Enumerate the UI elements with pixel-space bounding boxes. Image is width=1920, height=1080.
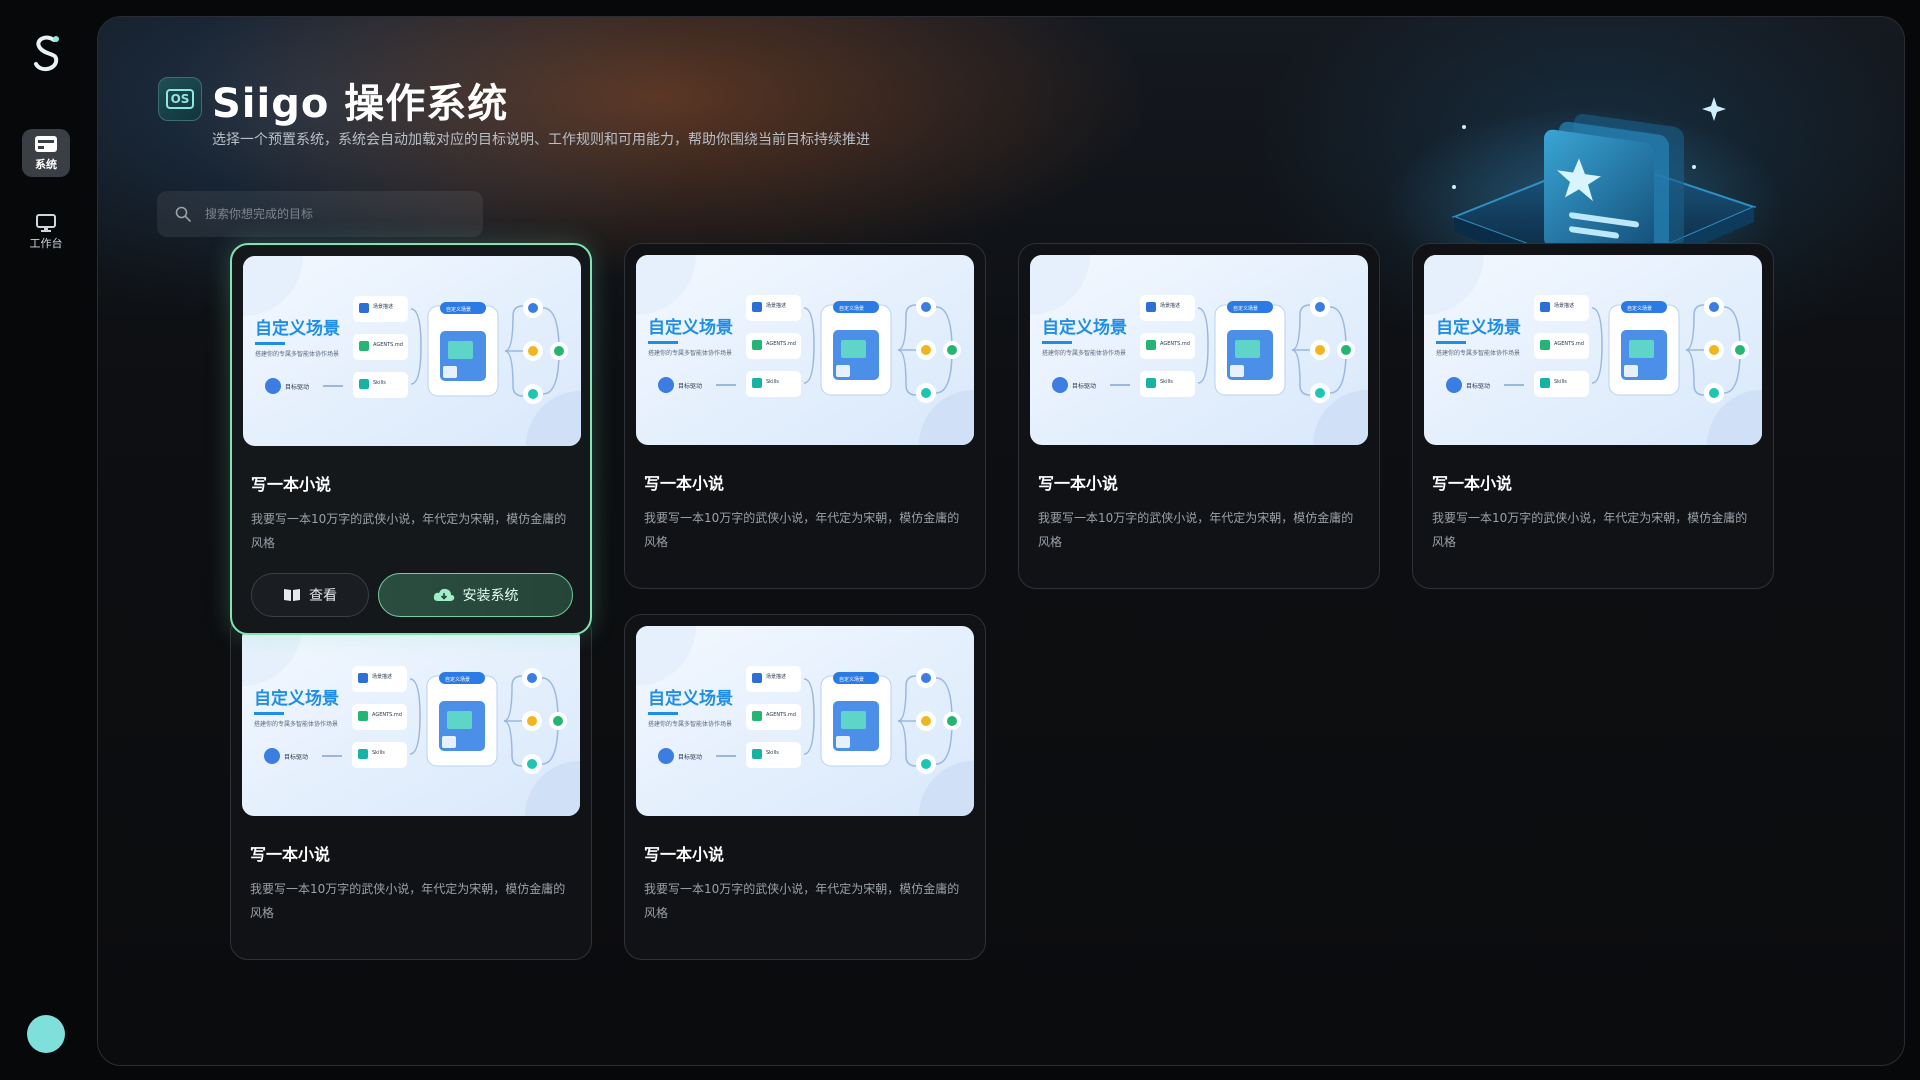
card-thumbnail: 自定义场景 搭建你的专属多智能体协作场景 目标驱动 场景描述 AGENTS.md… bbox=[243, 256, 581, 446]
svg-text:自定义场景: 自定义场景 bbox=[1627, 305, 1652, 312]
card-title: 写一本小说 bbox=[644, 474, 725, 493]
cloud-download-icon bbox=[433, 588, 454, 601]
card-description: 我要写一本10万字的武侠小说，年代定为宋朝，模仿金庸的风格 bbox=[644, 511, 960, 549]
main-panel: OS Siigo 操作系统 选择一个预置系统，系统会自动加载对应的目标说明、工作… bbox=[97, 16, 1905, 1066]
svg-text:目标驱动: 目标驱动 bbox=[1466, 382, 1490, 390]
search-icon bbox=[175, 206, 191, 222]
install-button-label: 安装系统 bbox=[462, 588, 519, 604]
sidebar-item-system[interactable]: 系统 bbox=[22, 129, 70, 177]
system-card[interactable]: 自定义场景 搭建你的专属多智能体协作场景 目标驱动 场景描述 AGENTS.md… bbox=[624, 243, 986, 589]
svg-text:自定义场景: 自定义场景 bbox=[648, 688, 733, 709]
system-card[interactable]: 自定义场景 搭建你的专属多智能体协作场景 目标驱动 场景描述 AGENTS.md… bbox=[230, 614, 592, 960]
card-description: 我要写一本10万字的武侠小说，年代定为宋朝，模仿金庸的风格 bbox=[250, 882, 566, 920]
svg-text:自定义场景: 自定义场景 bbox=[1233, 305, 1258, 312]
card-thumbnail: 自定义场景 搭建你的专属多智能体协作场景 目标驱动 场景描述 AGENTS.md… bbox=[636, 255, 974, 445]
card-thumbnail: 自定义场景 搭建你的专属多智能体协作场景 目标驱动 场景描述 AGENTS.md… bbox=[1424, 255, 1762, 445]
svg-text:自定义场景: 自定义场景 bbox=[445, 676, 470, 683]
svg-text:自定义场景: 自定义场景 bbox=[648, 317, 733, 338]
system-card[interactable]: 自定义场景 搭建你的专属多智能体协作场景 目标驱动 场景描述 AGENTS.md… bbox=[1412, 243, 1774, 589]
svg-text:搭建你的专属多智能体协作场景: 搭建你的专属多智能体协作场景 bbox=[648, 720, 732, 728]
svg-text:目标驱动: 目标驱动 bbox=[1072, 382, 1096, 390]
svg-text:目标驱动: 目标驱动 bbox=[285, 383, 309, 391]
svg-text:AGENTS.md: AGENTS.md bbox=[1554, 341, 1584, 347]
svg-text:场景描述: 场景描述 bbox=[766, 673, 786, 680]
svg-text:搭建你的专属多智能体协作场景: 搭建你的专属多智能体协作场景 bbox=[255, 350, 339, 358]
card-title: 写一本小说 bbox=[251, 475, 332, 494]
sidebar-item-label: 工作台 bbox=[29, 236, 63, 250]
card-description: 我要写一本10万字的武侠小说，年代定为宋朝，模仿金庸的风格 bbox=[1432, 511, 1748, 549]
svg-text:搭建你的专属多智能体协作场景: 搭建你的专属多智能体协作场景 bbox=[1436, 349, 1520, 357]
sidebar-item-workbench[interactable]: 工作台 bbox=[22, 208, 70, 256]
page-title: Siigo 操作系统 bbox=[212, 81, 509, 127]
svg-text:搭建你的专属多智能体协作场景: 搭建你的专属多智能体协作场景 bbox=[254, 720, 338, 728]
avatar[interactable] bbox=[27, 1015, 65, 1053]
svg-text:AGENTS.md: AGENTS.md bbox=[372, 712, 402, 718]
system-card[interactable]: 自定义场景 搭建你的专属多智能体协作场景 目标驱动 场景描述 AGENTS.md… bbox=[230, 243, 592, 635]
search-input[interactable] bbox=[203, 206, 467, 222]
svg-text:场景描述: 场景描述 bbox=[766, 302, 786, 309]
svg-text:自定义场景: 自定义场景 bbox=[1042, 317, 1127, 338]
svg-text:目标驱动: 目标驱动 bbox=[678, 382, 702, 390]
card-thumbnail: 自定义场景 搭建你的专属多智能体协作场景 目标驱动 场景描述 AGENTS.md… bbox=[242, 626, 580, 816]
card-title: 写一本小说 bbox=[644, 845, 725, 864]
svg-text:自定义场景: 自定义场景 bbox=[839, 676, 864, 683]
card-thumbnail: 自定义场景 搭建你的专属多智能体协作场景 目标驱动 场景描述 AGENTS.md… bbox=[636, 626, 974, 816]
system-card[interactable]: 自定义场景 搭建你的专属多智能体协作场景 目标驱动 场景描述 AGENTS.md… bbox=[1018, 243, 1380, 589]
svg-text:搭建你的专属多智能体协作场景: 搭建你的专属多智能体协作场景 bbox=[648, 349, 732, 357]
card-description: 我要写一本10万字的武侠小说，年代定为宋朝，模仿金庸的风格 bbox=[1038, 511, 1354, 549]
system-icon bbox=[35, 135, 57, 152]
os-badge-icon: OS bbox=[158, 77, 202, 121]
svg-text:场景描述: 场景描述 bbox=[1554, 302, 1574, 309]
svg-text:场景描述: 场景描述 bbox=[372, 673, 392, 680]
svg-text:场景描述: 场景描述 bbox=[373, 303, 393, 310]
sidebar: 系统 工作台 bbox=[0, 0, 92, 1080]
card-description: 我要写一本10万字的武侠小说，年代定为宋朝，模仿金庸的风格 bbox=[644, 882, 960, 920]
sidebar-item-label: 系统 bbox=[35, 157, 57, 171]
svg-text:自定义场景: 自定义场景 bbox=[254, 688, 339, 709]
svg-text:Skills: Skills bbox=[766, 379, 779, 385]
search-box[interactable] bbox=[157, 191, 483, 237]
svg-text:场景描述: 场景描述 bbox=[1160, 302, 1180, 309]
card-title: 写一本小说 bbox=[250, 845, 331, 864]
siigo-logo-icon[interactable] bbox=[24, 30, 70, 76]
svg-text:AGENTS.md: AGENTS.md bbox=[766, 341, 796, 347]
svg-text:AGENTS.md: AGENTS.md bbox=[373, 342, 403, 348]
card-thumbnail: 自定义场景 搭建你的专属多智能体协作场景 目标驱动 场景描述 AGENTS.md… bbox=[1030, 255, 1368, 445]
svg-text:AGENTS.md: AGENTS.md bbox=[1160, 341, 1190, 347]
card-description: 我要写一本10万字的武侠小说，年代定为宋朝，模仿金庸的风格 bbox=[251, 512, 567, 550]
svg-text:Skills: Skills bbox=[373, 380, 386, 386]
svg-text:自定义场景: 自定义场景 bbox=[839, 305, 864, 312]
card-title: 写一本小说 bbox=[1432, 474, 1513, 493]
svg-text:搭建你的专属多智能体协作场景: 搭建你的专属多智能体协作场景 bbox=[1042, 349, 1126, 357]
view-button-label: 查看 bbox=[309, 588, 337, 604]
svg-text:Skills: Skills bbox=[766, 750, 779, 756]
card-title: 写一本小说 bbox=[1038, 474, 1119, 493]
svg-text:自定义场景: 自定义场景 bbox=[255, 318, 340, 339]
svg-text:Skills: Skills bbox=[1160, 379, 1173, 385]
install-system-button[interactable]: 安装系统 bbox=[378, 573, 573, 617]
page-subtitle: 选择一个预置系统，系统会自动加载对应的目标说明、工作规则和可用能力，帮助你围绕当… bbox=[212, 132, 870, 148]
svg-text:自定义场景: 自定义场景 bbox=[1436, 317, 1521, 338]
system-card[interactable]: 自定义场景 搭建你的专属多智能体协作场景 目标驱动 场景描述 AGENTS.md… bbox=[624, 614, 986, 960]
book-icon bbox=[284, 589, 300, 601]
svg-text:Skills: Skills bbox=[372, 750, 385, 756]
svg-text:AGENTS.md: AGENTS.md bbox=[766, 712, 796, 718]
monitor-icon bbox=[36, 213, 56, 232]
svg-text:目标驱动: 目标驱动 bbox=[284, 753, 308, 761]
svg-text:自定义场景: 自定义场景 bbox=[446, 306, 471, 313]
view-button[interactable]: 查看 bbox=[251, 573, 369, 617]
svg-text:目标驱动: 目标驱动 bbox=[678, 753, 702, 761]
svg-text:Skills: Skills bbox=[1554, 379, 1567, 385]
